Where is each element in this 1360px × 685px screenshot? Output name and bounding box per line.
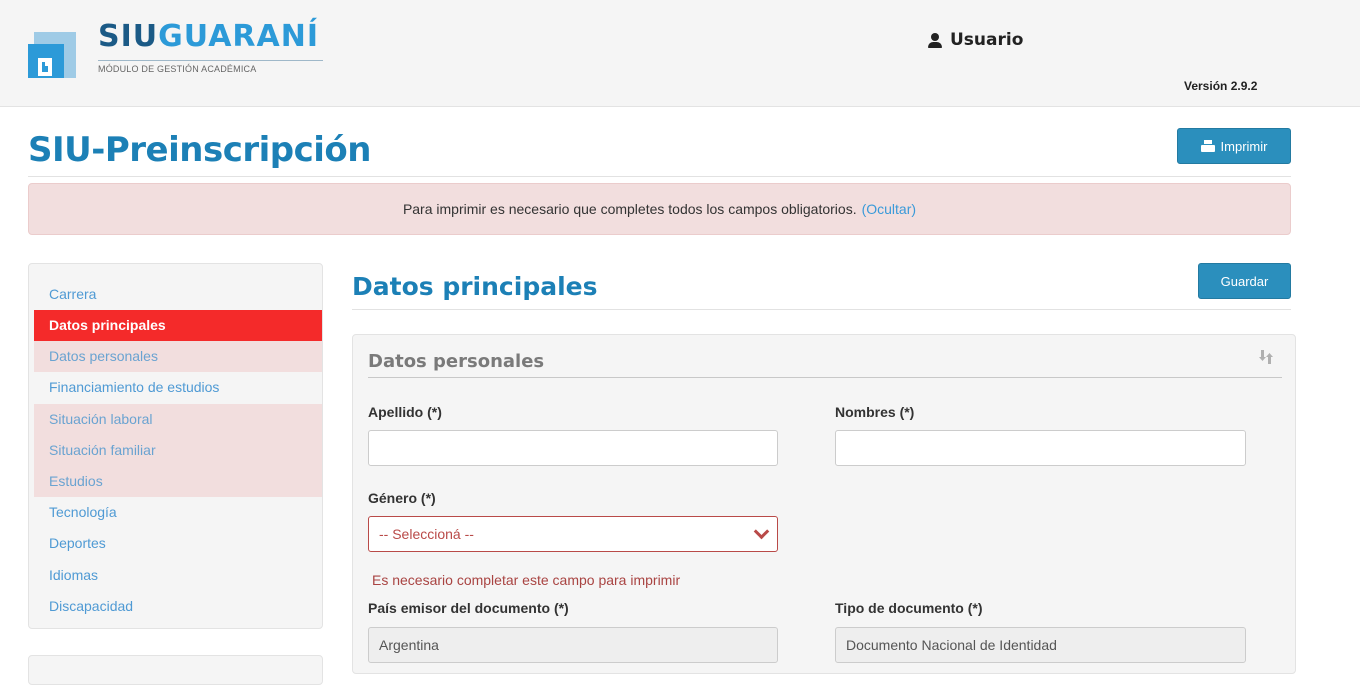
header: SIUGUARANÍ MÓDULO DE GESTIÓN ACADÉMICA U… <box>0 0 1360 107</box>
sidebar-item-discapacidad[interactable]: Discapacidad <box>34 591 322 622</box>
sidebar-item-tecnologia[interactable]: Tecnología <box>34 497 322 528</box>
sidebar-item-datos-personales[interactable]: Datos personales <box>34 341 322 373</box>
user-icon <box>928 32 942 48</box>
sidebar-nav: Carrera Datos principales Datos personal… <box>28 263 323 629</box>
user-menu[interactable]: Usuario <box>928 30 1023 50</box>
secondary-sidebar-panel <box>28 655 323 685</box>
section-divider <box>352 309 1291 310</box>
title-divider <box>28 176 1291 177</box>
apellido-label: Apellido (*) <box>368 404 442 420</box>
siu-guarani-logo[interactable]: SIUGUARANÍ MÓDULO DE GESTIÓN ACADÉMICA <box>28 18 328 82</box>
hide-alert-link[interactable]: (Ocultar) <box>862 201 916 217</box>
sidebar-item-situacion-laboral[interactable]: Situación laboral <box>34 403 322 435</box>
sidebar-item-situacion-familiar[interactable]: Situación familiar <box>34 434 322 466</box>
panel-divider <box>368 377 1282 378</box>
sidebar-item-carrera[interactable]: Carrera <box>34 279 322 310</box>
genero-label: Género (*) <box>368 490 436 506</box>
print-icon <box>1200 140 1215 152</box>
section-title: Datos principales <box>352 272 598 301</box>
apellido-input[interactable] <box>368 430 778 466</box>
version-label: Versión 2.9.2 <box>1184 79 1258 93</box>
logo-mark-icon <box>28 32 76 78</box>
pais-input[interactable]: Argentina <box>368 627 778 663</box>
sidebar-item-idiomas[interactable]: Idiomas <box>34 560 322 591</box>
logo-subtitle: MÓDULO DE GESTIÓN ACADÉMICA <box>98 60 323 74</box>
panel-title: Datos personales <box>368 351 545 372</box>
sidebar-item-datos-principales[interactable]: Datos principales <box>34 310 322 342</box>
logo-siu-text: SIU <box>98 19 159 54</box>
alert-banner: Para imprimir es necesario que completes… <box>28 183 1291 235</box>
pais-label: País emisor del documento (*) <box>368 600 569 616</box>
sidebar-item-financiamiento[interactable]: Financiamiento de estudios <box>34 372 322 403</box>
chevron-down-icon <box>753 523 770 539</box>
logo-guarani-text: GUARANÍ <box>158 19 320 54</box>
sidebar-item-estudios[interactable]: Estudios <box>34 465 322 498</box>
nombres-label: Nombres (*) <box>835 404 915 420</box>
logo-wordmark: SIUGUARANÍ <box>98 20 319 54</box>
print-button[interactable]: Imprimir <box>1177 128 1291 164</box>
sort-icon[interactable] <box>1259 349 1273 365</box>
page-title: SIU-Preinscripción <box>28 130 372 170</box>
genero-select[interactable]: -- Seleccioná -- <box>368 516 778 552</box>
nombres-input[interactable] <box>835 430 1246 466</box>
alert-message: Para imprimir es necesario que completes… <box>402 201 857 217</box>
genero-selected-value: -- Seleccioná -- <box>379 526 474 542</box>
genero-error-message: Es necesario completar este campo para i… <box>372 572 681 588</box>
tipo-documento-input[interactable]: Documento Nacional de Identidad <box>835 627 1246 663</box>
user-label: Usuario <box>950 30 1024 50</box>
save-button[interactable]: Guardar <box>1198 263 1291 299</box>
tipo-documento-label: Tipo de documento (*) <box>835 600 983 616</box>
sidebar-item-deportes[interactable]: Deportes <box>34 528 322 559</box>
print-button-label: Imprimir <box>1220 138 1268 154</box>
datos-personales-panel: Datos personales Apellido (*) Nombres (*… <box>352 334 1296 674</box>
